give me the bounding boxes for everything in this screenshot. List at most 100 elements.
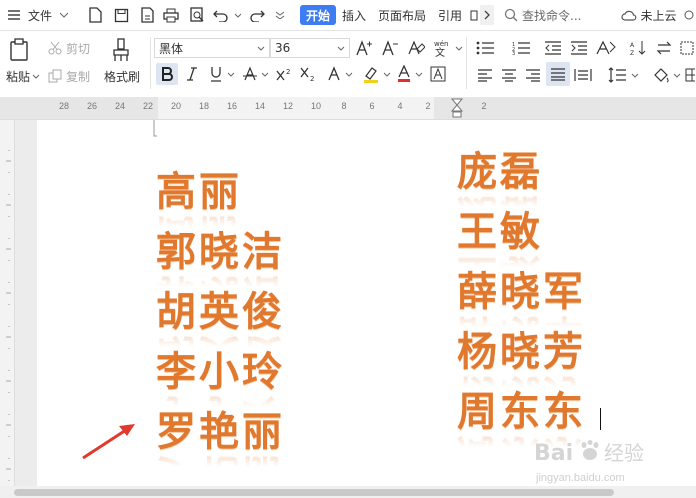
decrease-indent-icon[interactable] — [542, 38, 564, 58]
name-text[interactable]: 罗艳丽 — [156, 408, 285, 456]
align-center-icon[interactable] — [498, 64, 520, 86]
ruler-number: 12 — [282, 101, 293, 111]
name-text[interactable]: 郭晓洁 — [156, 228, 285, 276]
menu-bar: 文件 开始 插入 页面布局 引用 查找命令... 未上云 — [0, 0, 696, 31]
search-input[interactable]: 查找命令... — [522, 7, 581, 24]
decrease-font-icon[interactable] — [380, 38, 400, 58]
document-page[interactable]: 高丽 郭晓洁 胡英俊 李小玲 罗艳丽 庞磊 王敏 薛晓军 杨晓芳 周东东 — [37, 120, 696, 486]
subscript-icon[interactable]: 2 — [298, 63, 320, 85]
name-text[interactable]: 王敏 — [457, 208, 543, 256]
copy-label: 复制 — [66, 69, 91, 84]
tab-more-partial[interactable] — [470, 0, 478, 30]
font-size-select[interactable]: 36 — [270, 38, 350, 58]
underline-icon[interactable] — [206, 63, 226, 85]
clear-formatting-icon[interactable] — [406, 38, 426, 58]
text-effects-icon[interactable] — [324, 63, 344, 85]
indent-marker-icon[interactable] — [450, 98, 464, 122]
name-text[interactable]: 胡英俊 — [156, 288, 285, 336]
name-text[interactable]: 高丽 — [156, 168, 242, 216]
tab-references[interactable]: 引用 — [434, 0, 466, 30]
scrollbar-thumb[interactable] — [14, 489, 614, 496]
tab-page-layout[interactable]: 页面布局 — [374, 0, 430, 30]
file-menu[interactable]: 文件 — [26, 0, 54, 30]
numbered-list-icon[interactable]: 123 — [510, 38, 532, 58]
name-text[interactable]: 周东东 — [457, 388, 586, 436]
font-color-icon[interactable] — [394, 63, 414, 85]
chevron-down-icon[interactable] — [56, 0, 72, 30]
tabs-scroll-right-icon[interactable] — [480, 5, 494, 25]
distributed-align-icon[interactable] — [572, 64, 594, 86]
ruler-number: 10 — [310, 101, 321, 111]
pinyin-guide-icon[interactable]: wén 文 — [430, 38, 452, 58]
tab-insert[interactable]: 插入 — [338, 0, 370, 30]
name-text[interactable]: 李小玲 — [156, 348, 285, 396]
chevron-down-icon[interactable] — [260, 69, 270, 79]
ruler-margin-right — [434, 97, 696, 119]
bullet-list-icon[interactable] — [474, 38, 496, 58]
document-canvas[interactable]: 高丽 郭晓洁 胡英俊 李小玲 罗艳丽 庞磊 王敏 薛晓军 杨晓芳 周东东 — [15, 120, 696, 486]
chevron-down-icon[interactable] — [454, 43, 464, 53]
font-family-select[interactable]: 黑体 — [154, 38, 270, 58]
table-borders-partial-icon[interactable] — [684, 64, 696, 86]
share-partial-icon[interactable] — [682, 0, 696, 30]
bold-icon — [162, 67, 173, 81]
copy-button[interactable]: 复制 — [48, 67, 90, 85]
increase-indent-icon[interactable] — [568, 38, 590, 58]
strikethrough-icon[interactable] — [240, 63, 260, 85]
format-painter-button[interactable]: 格式刷 — [100, 67, 144, 85]
ruler-number: 2 — [481, 101, 487, 111]
baidu-logo: Bai 经验 — [534, 440, 644, 466]
borders-icon[interactable] — [678, 38, 696, 58]
redo-icon[interactable] — [246, 0, 268, 30]
chinese-layout-icon[interactable] — [594, 38, 618, 58]
watermark-url: jingyan.baidu.com — [536, 472, 625, 484]
name-text[interactable]: 庞磊 — [457, 148, 543, 196]
vertical-ruler[interactable] — [0, 120, 15, 486]
sort-icon[interactable]: AZ — [628, 38, 650, 58]
paste-button[interactable]: 粘贴 — [4, 67, 42, 85]
ruler-number: 24 — [114, 101, 125, 111]
character-border-icon[interactable] — [428, 63, 448, 85]
increase-font-icon[interactable] — [354, 38, 374, 58]
line-spacing-icon[interactable] — [606, 64, 628, 86]
name-text[interactable]: 杨晓芳 — [457, 328, 586, 376]
italic-icon[interactable] — [182, 63, 202, 85]
paste-icon[interactable] — [6, 37, 32, 63]
tab-home[interactable]: 开始 — [300, 5, 337, 25]
align-right-icon[interactable] — [522, 64, 544, 86]
hamburger-menu-icon[interactable] — [6, 0, 22, 30]
new-document-icon[interactable] — [84, 0, 106, 30]
show-hide-marks-icon[interactable] — [654, 38, 676, 58]
brush-icon[interactable] — [108, 37, 134, 63]
chevron-down-icon[interactable] — [630, 70, 640, 80]
horizontal-ruler[interactable]: 28 26 24 22 20 18 16 14 12 10 8 6 4 2 2 — [0, 97, 696, 120]
save-icon[interactable] — [110, 0, 132, 30]
cloud-status-label: 未上云 — [640, 8, 677, 23]
command-search[interactable]: 查找命令... — [504, 5, 604, 25]
undo-icon[interactable] — [210, 0, 232, 30]
chevron-down-icon[interactable] — [414, 69, 424, 79]
highlight-icon[interactable] — [360, 63, 382, 85]
cloud-status[interactable]: 未上云 — [618, 0, 680, 30]
chevron-down-icon[interactable] — [382, 69, 392, 79]
justify-icon[interactable] — [546, 62, 570, 86]
ruler-number: 6 — [369, 101, 375, 111]
align-left-icon[interactable] — [474, 64, 496, 86]
chevron-down-icon[interactable] — [226, 69, 236, 79]
cut-button[interactable]: 剪切 — [48, 39, 90, 57]
chevron-down-icon — [257, 46, 265, 51]
superscript-icon[interactable]: 2 — [274, 63, 296, 85]
export-pdf-icon[interactable] — [136, 0, 158, 30]
chevron-down-icon[interactable] — [344, 69, 354, 79]
print-preview-icon[interactable] — [186, 0, 208, 30]
bold-button[interactable] — [156, 63, 178, 85]
name-text[interactable]: 薛晓军 — [457, 268, 586, 316]
quick-access-more-icon[interactable] — [272, 0, 288, 30]
chevron-down-icon[interactable] — [672, 70, 682, 80]
svg-text:A: A — [630, 42, 635, 49]
paste-label: 粘贴 — [5, 69, 30, 84]
print-icon[interactable] — [160, 0, 182, 30]
shading-icon[interactable] — [650, 64, 672, 86]
vertical-ruler-ticks — [6, 150, 11, 481]
undo-dropdown-icon[interactable] — [232, 0, 244, 30]
